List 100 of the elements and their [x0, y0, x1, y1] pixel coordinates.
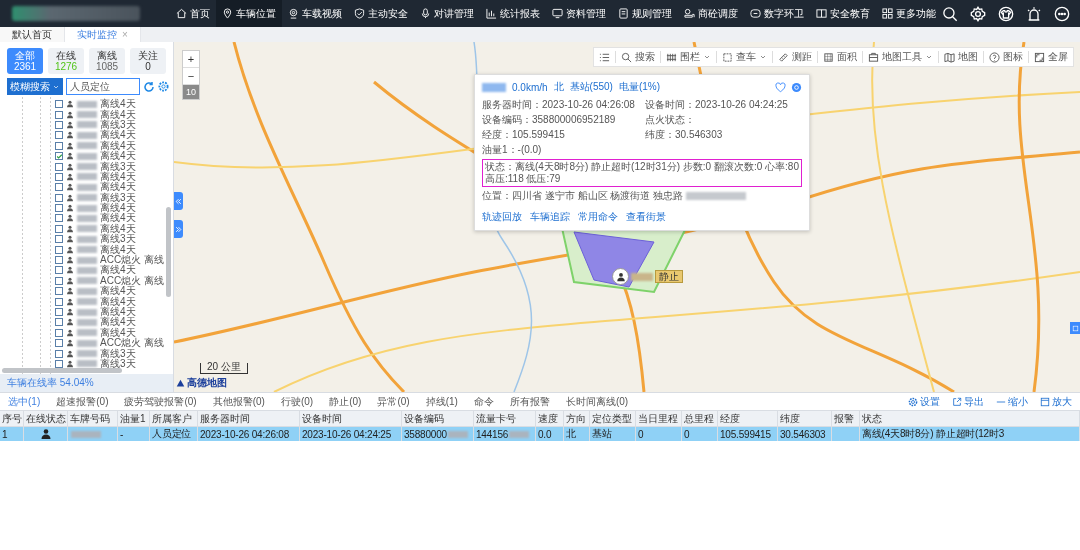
vehicle-status[interactable]: ACC熄火 离线	[100, 275, 164, 286]
alarm-tab[interactable]: 异常(0)	[377, 394, 410, 409]
column-header[interactable]: 设备编码	[402, 410, 474, 427]
alarm-tab[interactable]: 掉线(1)	[425, 394, 458, 409]
checkbox[interactable]	[55, 214, 63, 223]
nav-item[interactable]: 更多功能	[876, 0, 942, 27]
checkbox[interactable]	[55, 162, 63, 171]
nav-item[interactable]: 对讲管理	[414, 0, 480, 27]
alarm-tab[interactable]: 疲劳驾驶报警(0)	[124, 394, 197, 409]
vehicle-status[interactable]: 离线4天	[100, 265, 136, 276]
vehicle-status[interactable]: 离线3天	[100, 161, 136, 172]
vehicle-status[interactable]: 离线4天	[100, 223, 136, 234]
checkbox[interactable]	[55, 308, 63, 316]
toolbar-button[interactable]: 面积	[817, 51, 862, 63]
search-icon[interactable]	[942, 5, 958, 22]
checkbox[interactable]	[55, 152, 63, 161]
column-header[interactable]: 纬度	[778, 410, 832, 427]
vehicle-status[interactable]: 离线4天	[100, 99, 136, 110]
vehicle-status[interactable]: 离线3天	[100, 348, 136, 359]
nav-item[interactable]: 主动安全	[348, 0, 414, 27]
checkbox[interactable]	[55, 266, 63, 275]
vehicle-status[interactable]: ACC熄火 离线	[100, 255, 164, 266]
checkbox[interactable]	[55, 131, 63, 140]
page-tab[interactable]: 默认首页	[0, 27, 65, 42]
vehicle-status[interactable]: 离线4天	[100, 151, 136, 162]
column-header[interactable]: 服务器时间	[198, 410, 300, 427]
checkbox[interactable]	[55, 359, 63, 368]
vehicle-status[interactable]: 离线4天	[100, 307, 136, 317]
popup-link[interactable]: 车辆追踪	[530, 210, 570, 224]
nav-item[interactable]: 数字环卫	[744, 0, 810, 27]
checkbox[interactable]	[55, 339, 63, 348]
checkbox[interactable]	[55, 141, 63, 150]
alarm-tab[interactable]: 选中(1)	[8, 394, 41, 409]
column-header[interactable]: 油量1	[118, 410, 150, 427]
checkbox[interactable]	[55, 245, 63, 254]
vehicle-status[interactable]: 离线3天	[100, 119, 136, 130]
alarm-light-icon[interactable]	[1026, 5, 1042, 22]
vehicle-status[interactable]: 离线3天	[100, 192, 136, 203]
vehicle-status[interactable]: 离线4天	[100, 317, 136, 328]
toolbar-button[interactable]: 查车	[716, 51, 772, 63]
column-header[interactable]: 报警	[832, 410, 860, 427]
alarm-tab[interactable]: 行驶(0)	[280, 394, 314, 409]
nav-item[interactable]: 统计报表	[480, 0, 546, 27]
column-header[interactable]: 速度	[536, 410, 564, 427]
toolbar-button[interactable]: 搜索	[615, 51, 660, 63]
column-header[interactable]: 定位类型	[590, 410, 636, 427]
zoom-in-button[interactable]: +	[183, 51, 199, 68]
column-header[interactable]: 车牌号码	[68, 410, 118, 427]
scrollbar[interactable]	[2, 368, 122, 373]
search-field[interactable]: 人员定位	[66, 78, 140, 95]
toolbar-button[interactable]: 导出	[952, 394, 984, 409]
more-icon[interactable]	[1054, 5, 1070, 22]
alarm-tab[interactable]: 静止(0)	[329, 394, 362, 409]
checkbox[interactable]	[55, 193, 63, 202]
refresh-icon[interactable]	[143, 80, 155, 93]
toolbar-button[interactable]: 图标	[983, 51, 1028, 63]
toolbar-button[interactable]: 全屏	[1028, 51, 1073, 63]
filter-tab[interactable]: 在线 1276	[48, 48, 84, 74]
checkbox[interactable]	[55, 318, 63, 327]
collapse-handle[interactable]	[174, 220, 183, 238]
column-header[interactable]: 总里程	[682, 410, 718, 427]
checkbox[interactable]	[55, 256, 63, 265]
column-header[interactable]: 流量卡号	[474, 410, 536, 427]
popup-link[interactable]: 轨迹回放	[482, 210, 522, 224]
toolbar-button[interactable]: 地图工具	[862, 51, 938, 63]
checkbox[interactable]	[55, 204, 63, 213]
vehicle-status[interactable]: 离线3天	[100, 234, 136, 245]
column-header[interactable]: 经度	[718, 410, 778, 427]
vehicle-status[interactable]: 离线4天	[100, 171, 136, 182]
list-icon[interactable]	[599, 51, 610, 63]
nav-item[interactable]: 车辆位置	[216, 0, 282, 27]
column-header[interactable]: 所属客户	[150, 410, 198, 427]
search-mode-dropdown[interactable]: 模糊搜索	[7, 78, 63, 95]
scrollbar[interactable]	[166, 207, 171, 297]
nav-item[interactable]: 车载视频	[282, 0, 348, 27]
column-header[interactable]: 方向	[564, 410, 590, 427]
checkbox[interactable]	[55, 287, 63, 296]
side-tab[interactable]	[1070, 322, 1080, 334]
nav-item[interactable]: 商砼调度	[678, 0, 744, 27]
vehicle-status[interactable]: ACC熄火 离线	[100, 338, 164, 349]
vehicle-status[interactable]: 离线4天	[100, 296, 136, 307]
filter-tab[interactable]: 离线 1085	[89, 48, 125, 74]
nav-item[interactable]: 首页	[170, 0, 216, 27]
checkbox[interactable]	[55, 235, 63, 244]
heart-icon[interactable]	[775, 81, 786, 93]
alarm-tab[interactable]: 超速报警(0)	[56, 394, 109, 409]
checkbox[interactable]	[55, 100, 63, 109]
column-header[interactable]: 状态	[860, 410, 1080, 427]
column-header[interactable]: 序号	[0, 410, 24, 427]
filter-tab[interactable]: 关注 0	[130, 48, 166, 74]
collapse-handle[interactable]	[174, 192, 183, 210]
popup-link[interactable]: 常用命令	[578, 210, 618, 224]
alarm-tab[interactable]: 命令	[473, 394, 494, 409]
column-header[interactable]: 设备时间	[300, 410, 402, 427]
checkbox[interactable]	[55, 120, 63, 129]
vehicle-status[interactable]: 离线4天	[100, 213, 136, 224]
page-tab[interactable]: 实时监控 ×	[65, 27, 141, 42]
alarm-tab[interactable]: 其他报警(0)	[212, 394, 265, 409]
vehicle-status[interactable]: 离线4天	[100, 109, 136, 120]
toolbar-button[interactable]: 地图	[938, 51, 983, 63]
